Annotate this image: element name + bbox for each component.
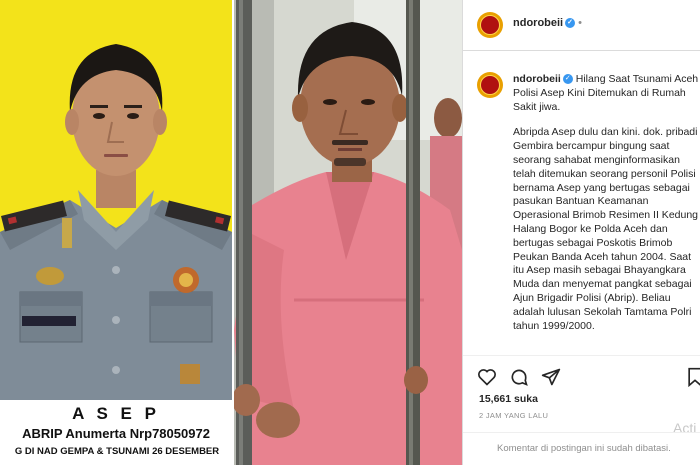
verified-badge-icon: ✓ bbox=[565, 18, 576, 29]
verified-badge-icon: ✓ bbox=[562, 74, 573, 85]
caption-place: G DI NAD GEMPA & TSUNAMI 26 DESEMBER bbox=[14, 446, 220, 457]
post-header: ndorobeii ✓ • bbox=[463, 0, 700, 51]
share-icon[interactable] bbox=[541, 367, 561, 387]
comment-restricted-notice: Komentar di postingan ini sudah dibatasi… bbox=[497, 443, 671, 454]
post-timestamp[interactable]: 2 JAM YANG LALU bbox=[479, 411, 548, 420]
bookmark-icon[interactable] bbox=[685, 367, 700, 387]
heart-icon[interactable] bbox=[477, 367, 497, 387]
uniform-portrait bbox=[0, 44, 232, 400]
post-image[interactable]: A S E P ABRIP Anumerta Nrp78050972 G DI … bbox=[0, 0, 462, 465]
hospital-photo bbox=[234, 0, 462, 465]
right-photo-panel bbox=[234, 0, 462, 465]
caption-username[interactable]: ndorobeii bbox=[513, 73, 561, 85]
comment-bar: Komentar di postingan ini sudah dibatasi… bbox=[463, 432, 700, 465]
avatar-logo-icon bbox=[480, 75, 500, 95]
header-dot: • bbox=[578, 17, 582, 29]
avatar[interactable] bbox=[477, 12, 503, 38]
instagram-post-panel: ndorobeii ✓ • ndorobeii ✓ Hilang Saat Tsuna… bbox=[462, 0, 700, 465]
post-caption: ndorobeii ✓ Hilang Saat Tsunami Aceh Poli… bbox=[513, 73, 700, 333]
action-bar bbox=[463, 355, 700, 396]
left-photo-panel: A S E P ABRIP Anumerta Nrp78050972 G DI … bbox=[0, 0, 232, 465]
header-username[interactable]: ndorobeii ✓ • bbox=[513, 17, 582, 29]
caption-name: A S E P bbox=[72, 404, 160, 423]
caption-avatar[interactable] bbox=[477, 72, 503, 98]
caption-body: Abripda Asep dulu dan kini. dok. pribadi… bbox=[513, 126, 699, 332]
avatar-logo-icon bbox=[480, 15, 500, 35]
comment-icon[interactable] bbox=[509, 367, 529, 387]
like-count[interactable]: 15,661 suka bbox=[479, 393, 538, 405]
caption-rank: ABRIP Anumerta Nrp78050972 bbox=[22, 426, 210, 441]
username-text[interactable]: ndorobeii bbox=[513, 17, 563, 29]
